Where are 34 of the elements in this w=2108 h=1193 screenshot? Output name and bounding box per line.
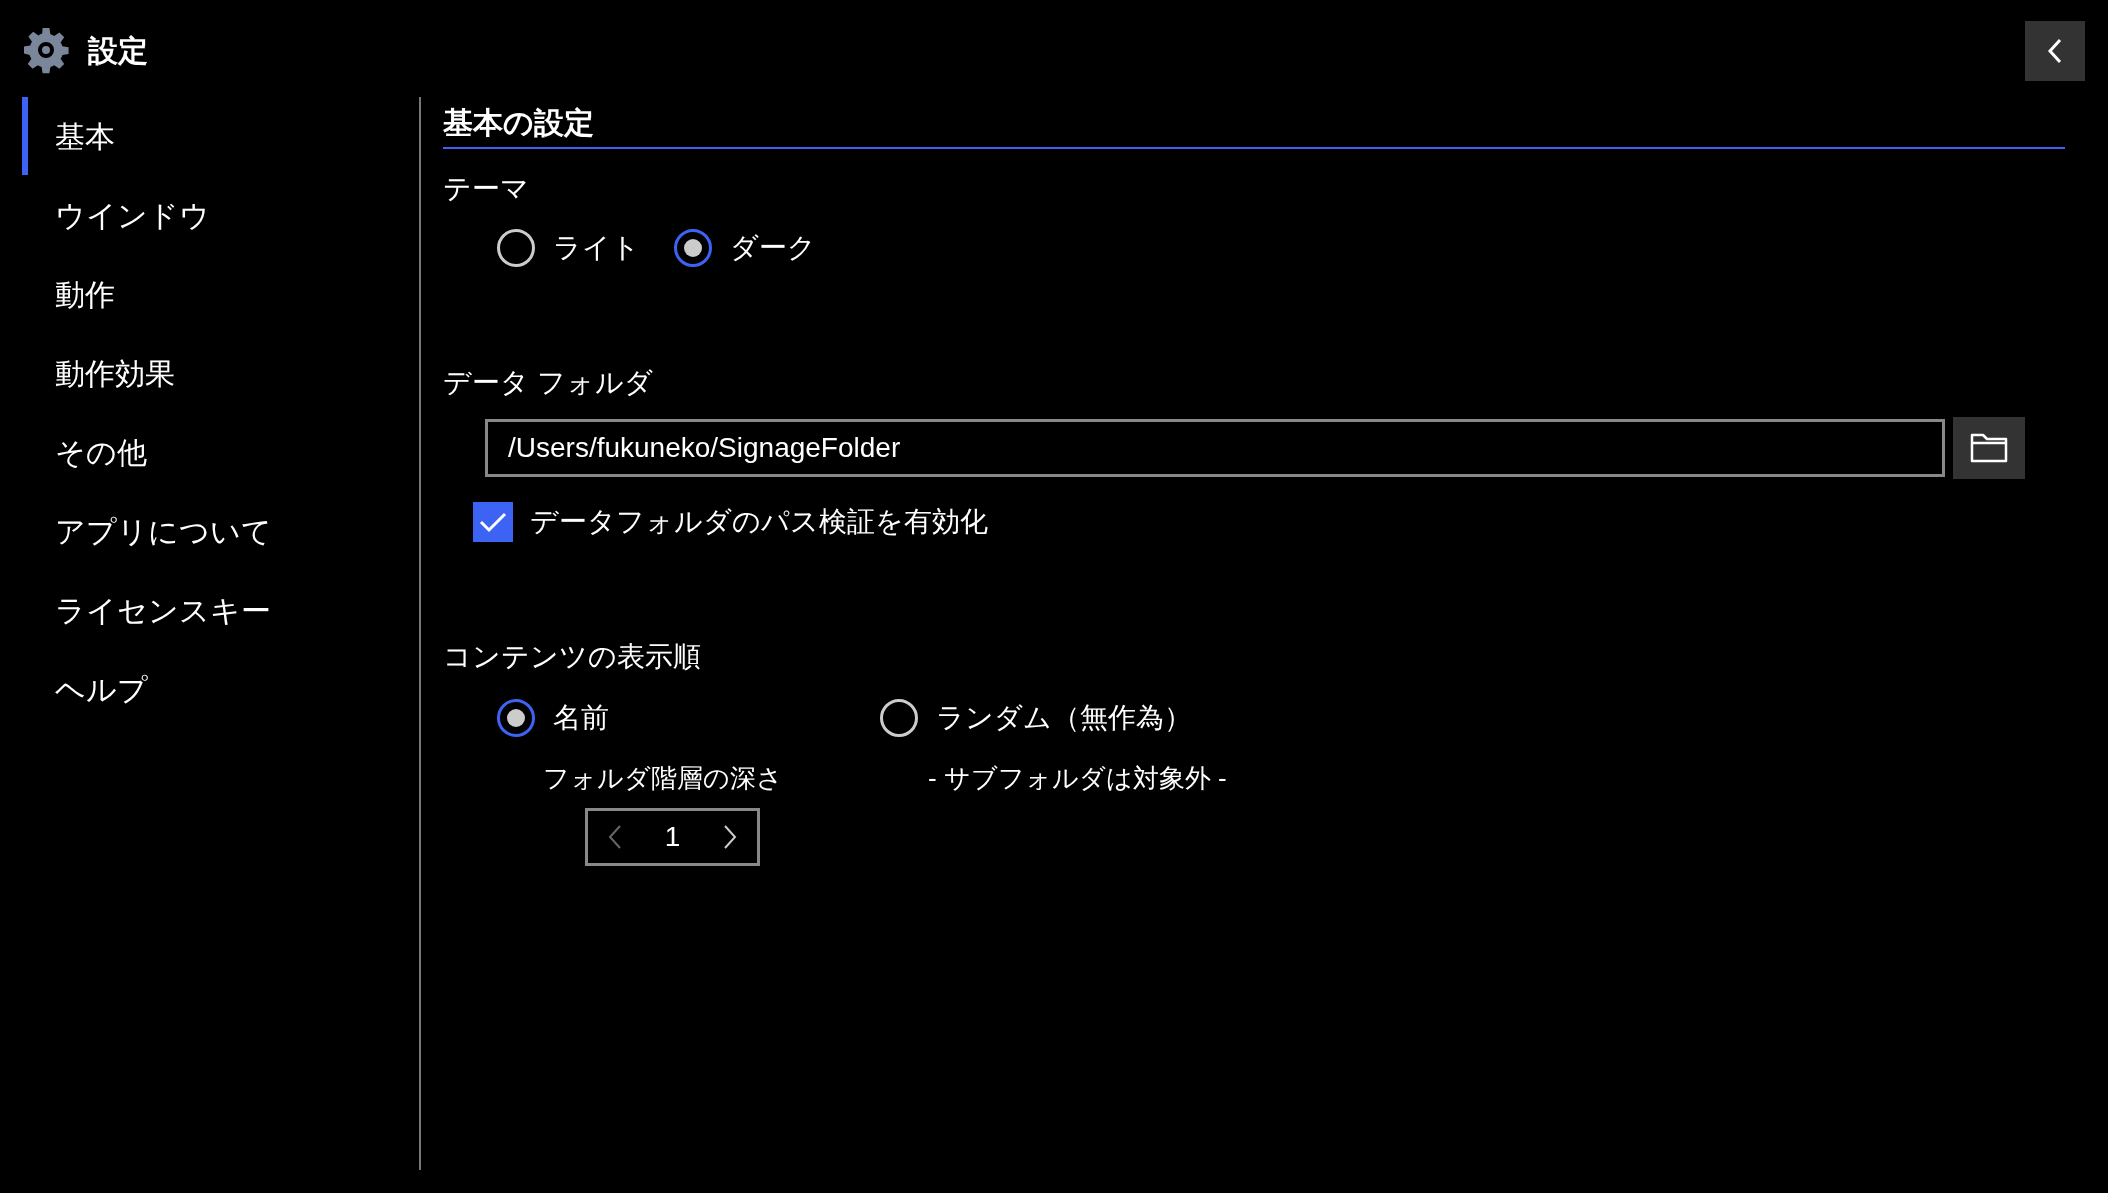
folder-path-field[interactable]: /Users/fukuneko/SignageFolder — [485, 419, 1945, 477]
chevron-left-icon — [608, 824, 622, 850]
back-button[interactable] — [2025, 21, 2085, 81]
radio-label: 名前 — [553, 701, 609, 735]
sidebar-item[interactable]: アプリについて — [22, 492, 419, 570]
sidebar-item[interactable]: 動作 — [22, 255, 419, 333]
browse-folder-button[interactable] — [1953, 417, 2025, 479]
radio-label: ダーク — [730, 231, 816, 265]
checkbox[interactable] — [473, 502, 513, 542]
section-title: 基本の設定 — [443, 106, 594, 139]
group-label: データ フォルダ — [443, 366, 653, 400]
radio-button[interactable] — [674, 229, 712, 267]
group-label: テーマ — [443, 172, 529, 206]
radio-button[interactable] — [497, 699, 535, 737]
depth-stepper[interactable]: 1 — [585, 808, 760, 866]
sidebar-item[interactable]: ウインドウ — [22, 176, 419, 254]
sidebar-item[interactable]: ライセンスキー — [22, 571, 419, 649]
chevron-left-icon — [2047, 38, 2063, 64]
option-note: - サブフォルダは対象外 - — [928, 762, 1227, 795]
sidebar-item[interactable]: 基本 — [22, 97, 419, 175]
folder-icon — [1970, 432, 2008, 464]
stepper-value: 1 — [664, 820, 681, 854]
option-note: フォルダ階層の深さ — [543, 762, 783, 795]
group-label: コンテンツの表示順 — [443, 640, 701, 674]
radio-label: ランダム（無作為） — [936, 701, 1192, 735]
radio-label: ライト — [553, 231, 640, 265]
sidebar-item[interactable]: ヘルプ — [22, 650, 419, 728]
checkbox-label: データフォルダのパス検証を有効化 — [530, 505, 988, 539]
sidebar-item[interactable]: 動作効果 — [22, 334, 419, 412]
checkmark-icon — [478, 510, 508, 534]
settings-icon — [22, 26, 70, 74]
sidebar-item[interactable]: その他 — [22, 413, 419, 491]
window-title: 設定 — [88, 32, 148, 69]
chevron-right-icon — [723, 824, 737, 850]
